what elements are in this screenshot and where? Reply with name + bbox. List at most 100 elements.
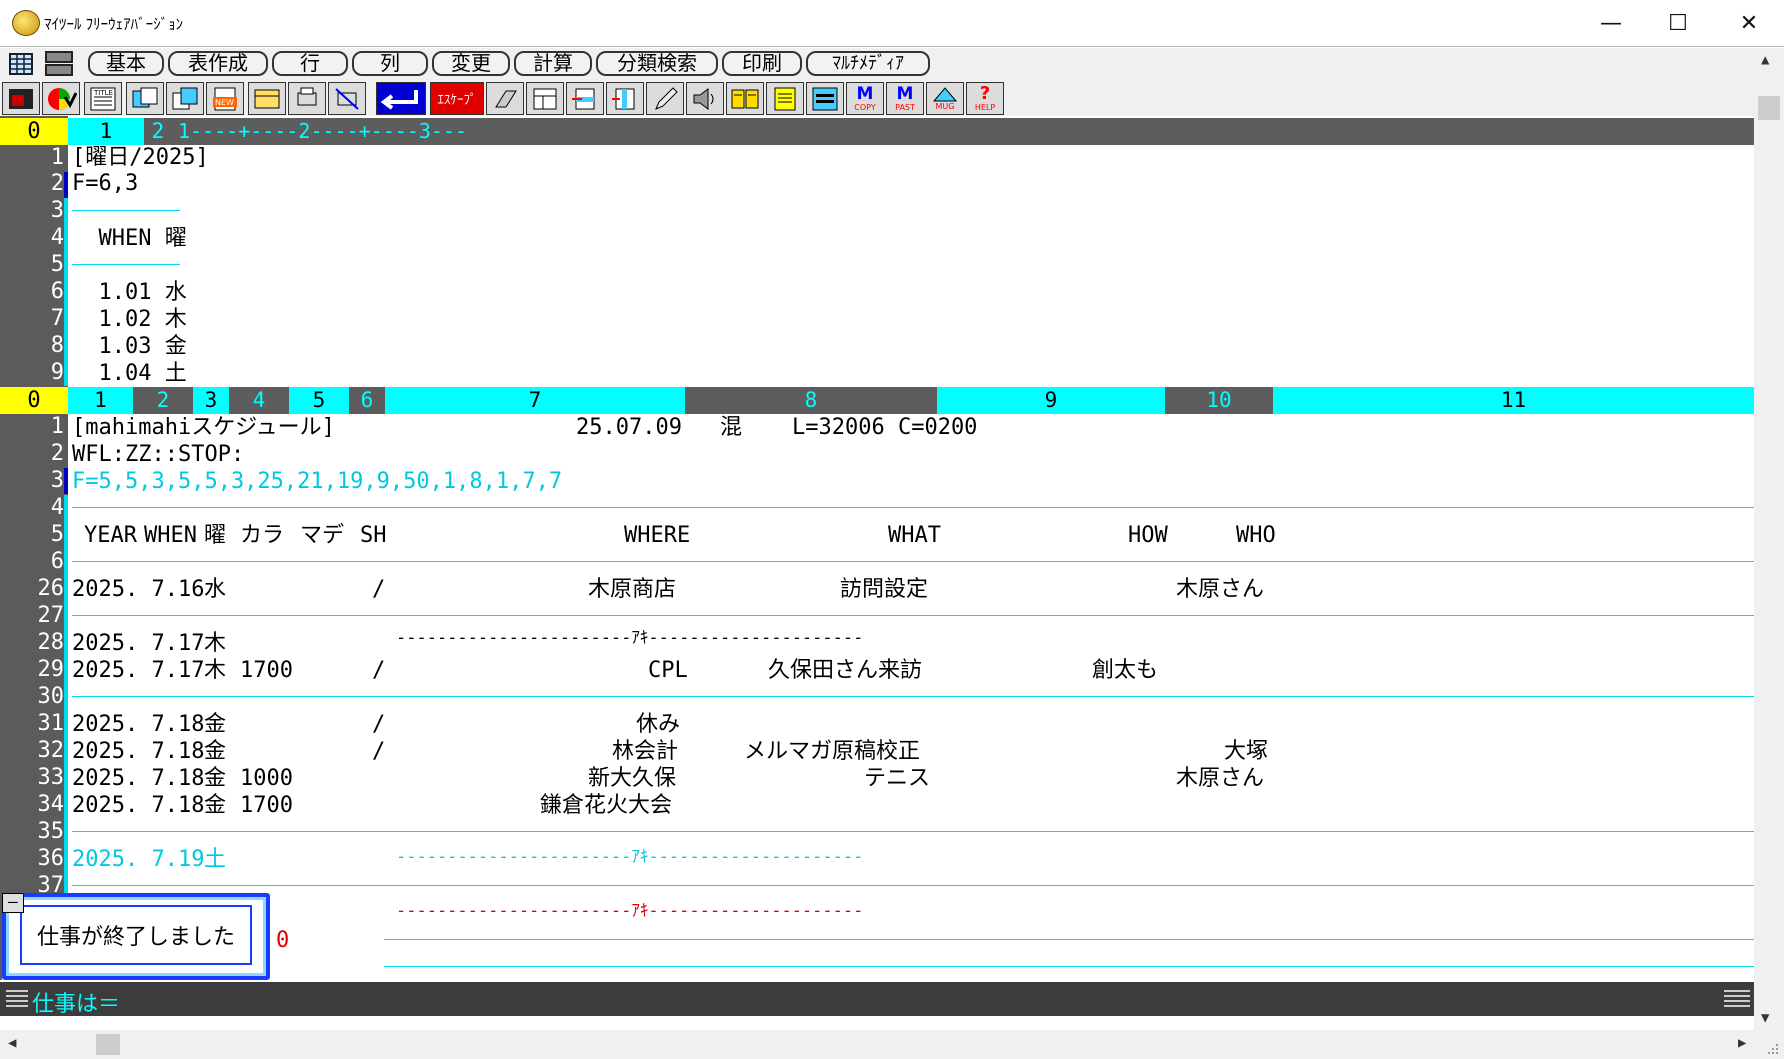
- dialog-minimize-button[interactable]: —: [2, 893, 24, 913]
- split-view-icon[interactable]: [42, 48, 78, 80]
- row-who[interactable]: 木原さん: [1176, 577, 1264, 603]
- row-where[interactable]: 新大久保: [588, 766, 676, 792]
- menu-create-table[interactable]: 表作成: [168, 51, 268, 76]
- text-line[interactable]: 1.02 木: [72, 307, 186, 333]
- row-date[interactable]: 2025. 7.17: [72, 631, 204, 657]
- open-file-icon[interactable]: [248, 82, 286, 115]
- menu-classify-search[interactable]: 分類検索: [596, 51, 718, 76]
- resize-grip-icon[interactable]: [1764, 1040, 1780, 1056]
- command-bar[interactable]: 仕事は＝: [0, 982, 1754, 1018]
- print-preview-icon[interactable]: [328, 82, 366, 115]
- list-window-icon[interactable]: [806, 82, 844, 115]
- row-sh[interactable]: /: [372, 577, 385, 603]
- row-day[interactable]: 金: [204, 766, 226, 792]
- notepad-icon[interactable]: [766, 82, 804, 115]
- paste-button[interactable]: M PAST: [886, 82, 924, 115]
- close-button[interactable]: ✕: [1714, 0, 1784, 47]
- row-date[interactable]: 2025. 7.18: [72, 766, 204, 792]
- vertical-scrollbar[interactable]: ▲ ▼: [1754, 48, 1784, 1030]
- return-icon[interactable]: [376, 82, 426, 115]
- menu-lines-icon[interactable]: [1722, 987, 1752, 1011]
- help-button[interactable]: ? HELP: [966, 82, 1004, 115]
- row-day[interactable]: 金: [204, 739, 226, 765]
- new-file-icon[interactable]: NEW: [206, 82, 244, 115]
- text-line[interactable]: 1.04 土: [72, 361, 186, 387]
- speaker-icon[interactable]: [686, 82, 724, 115]
- pie-chart-icon[interactable]: [42, 82, 80, 115]
- menu-column[interactable]: 列: [352, 51, 428, 76]
- scroll-right-arrow-icon[interactable]: ▶: [1738, 1035, 1746, 1051]
- menu-change[interactable]: 変更: [432, 51, 510, 76]
- table-icon[interactable]: [4, 48, 40, 80]
- row-day[interactable]: 土: [204, 847, 226, 873]
- row-date[interactable]: 2025. 7.16: [72, 577, 204, 603]
- row-date[interactable]: 2025. 7.19: [72, 847, 204, 873]
- row-date[interactable]: 2025. 7.18: [72, 712, 204, 738]
- top-ruler[interactable]: 0 1 2 1----+----2----+----3---: [0, 118, 1754, 145]
- title-icon[interactable]: TITLE: [84, 82, 122, 115]
- text-line[interactable]: [曜日/2025]: [72, 145, 209, 171]
- row-where[interactable]: 鎌倉花火大会: [540, 793, 672, 819]
- menu-basic[interactable]: 基本: [88, 51, 164, 76]
- row-who[interactable]: 木原さん: [1176, 766, 1264, 792]
- book-icon[interactable]: [726, 82, 764, 115]
- wfl-line[interactable]: WFL:ZZ::STOP:: [72, 442, 244, 468]
- row-from[interactable]: 1700: [240, 793, 293, 819]
- row-who[interactable]: 大塚: [1224, 739, 1268, 765]
- row-day[interactable]: 木: [204, 658, 226, 684]
- insert-row-icon[interactable]: [566, 82, 604, 115]
- menu-row[interactable]: 行: [272, 51, 348, 76]
- row-date[interactable]: 2025. 7.18: [72, 739, 204, 765]
- frame-icon[interactable]: [526, 82, 564, 115]
- command-prompt[interactable]: 仕事は＝: [32, 986, 120, 1018]
- menu-multimedia[interactable]: ﾏﾙﾁﾒﾃﾞｨｱ: [806, 51, 930, 76]
- format-line[interactable]: F=5,5,3,5,5,3,25,21,19,9,50,1,8,1,7,7: [72, 469, 562, 495]
- row-what[interactable]: メルマガ原稿校正: [744, 739, 920, 765]
- menu-print[interactable]: 印刷: [722, 51, 802, 76]
- pencil-icon[interactable]: [646, 82, 684, 115]
- maximize-button[interactable]: ☐: [1643, 0, 1713, 47]
- scroll-up-arrow-icon[interactable]: ▲: [1761, 52, 1769, 68]
- row-day[interactable]: 木: [204, 631, 226, 657]
- row-sh[interactable]: /: [372, 739, 385, 765]
- schedule-title[interactable]: [mahimahiスケジュール]: [72, 415, 335, 441]
- copy-button[interactable]: M COPY: [846, 82, 884, 115]
- duplicate-icon[interactable]: [166, 82, 204, 115]
- copy-window-icon[interactable]: [126, 82, 164, 115]
- row-from[interactable]: 1000: [240, 766, 293, 792]
- print-icon[interactable]: [288, 82, 326, 115]
- row-sh[interactable]: /: [372, 712, 385, 738]
- row-what[interactable]: 久保田さん来訪: [768, 658, 922, 684]
- text-line[interactable]: 1.03 金: [72, 334, 186, 360]
- row-day[interactable]: 金: [204, 793, 226, 819]
- text-line[interactable]: 1.01 水: [72, 280, 186, 306]
- menu-lines-icon[interactable]: [4, 987, 30, 1011]
- row-what[interactable]: テニス: [864, 766, 930, 792]
- row-date[interactable]: 2025. 7.17: [72, 658, 204, 684]
- row-where[interactable]: CPL: [648, 658, 688, 684]
- row-day[interactable]: 金: [204, 712, 226, 738]
- scroll-left-arrow-icon[interactable]: ◀: [8, 1035, 16, 1051]
- escape-button[interactable]: ｴｽｹｰﾌﾟ: [430, 82, 484, 115]
- row-what[interactable]: 訪問設定: [840, 577, 928, 603]
- menu-calculate[interactable]: 計算: [514, 51, 592, 76]
- text-line[interactable]: WHEN 曜: [72, 226, 186, 252]
- horizontal-scroll-thumb[interactable]: [96, 1034, 120, 1055]
- row-day[interactable]: 水: [204, 577, 226, 603]
- minimize-button[interactable]: —: [1576, 0, 1646, 47]
- scroll-down-arrow-icon[interactable]: ▼: [1761, 1010, 1769, 1026]
- eraser-icon[interactable]: [486, 82, 524, 115]
- mug-button[interactable]: MUG: [926, 82, 964, 115]
- horizontal-scrollbar[interactable]: ◀ ▶: [0, 1030, 1784, 1059]
- row-where[interactable]: 林会計: [612, 739, 678, 765]
- row-where[interactable]: 休み: [636, 712, 680, 738]
- text-line[interactable]: F=6,3: [72, 171, 138, 197]
- row-how[interactable]: 創太も: [1092, 658, 1158, 684]
- row-where[interactable]: 木原商店: [588, 577, 676, 603]
- insert-column-icon[interactable]: [606, 82, 644, 115]
- bottom-ruler[interactable]: 0 1 2 3 4 5 6 7 8 9 10 11: [0, 387, 1754, 414]
- row-from[interactable]: 1700: [240, 658, 293, 684]
- row-date[interactable]: 2025. 7.18: [72, 793, 204, 819]
- row-sh[interactable]: /: [372, 658, 385, 684]
- vertical-scroll-thumb[interactable]: [1758, 96, 1780, 120]
